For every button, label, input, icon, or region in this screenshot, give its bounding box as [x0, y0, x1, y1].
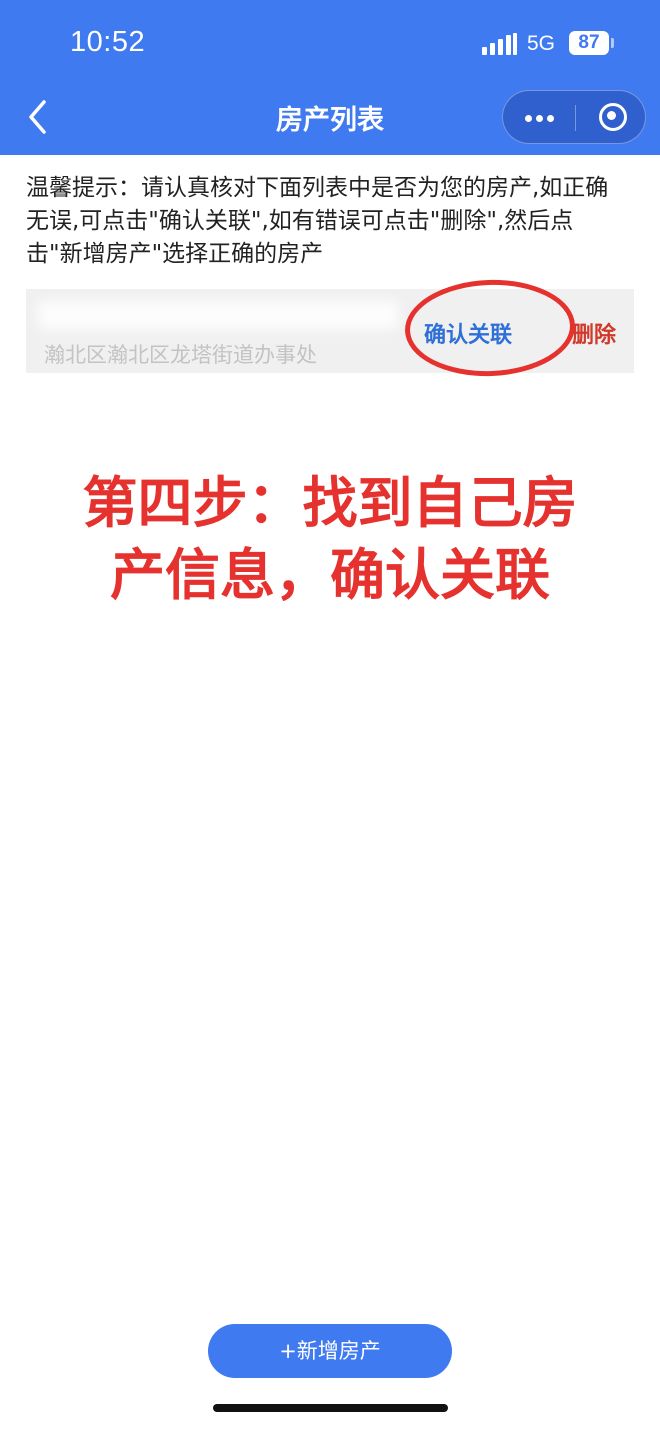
battery-tip	[611, 38, 614, 48]
more-dots-icon	[525, 115, 532, 122]
tip-text: 温馨提示：请认真核对下面列表中是否为您的房产,如正确无误,可点击"确认关联",如…	[26, 175, 609, 267]
network-type: 5G	[527, 32, 556, 55]
more-dots-icon	[547, 115, 554, 122]
mini-program-capsule	[502, 90, 646, 144]
top-bar: 10:52 5G 87 房产列表	[0, 0, 660, 155]
close-button[interactable]	[576, 91, 646, 143]
more-button[interactable]	[503, 91, 575, 143]
target-dot	[607, 111, 616, 120]
more-dots-icon	[536, 115, 543, 122]
annotation-line-2: 产信息，确认关联	[109, 543, 550, 607]
status-time: 10:52	[70, 26, 146, 58]
annotation-line-1: 第四步：找到自己房	[82, 471, 578, 535]
blurred-property-name	[38, 301, 398, 329]
property-address: 瀚北区瀚北区龙塔街道办事处	[44, 343, 317, 367]
add-property-button[interactable]: +新增房产	[208, 1324, 452, 1378]
home-indicator	[213, 1404, 448, 1412]
signal-icon	[482, 33, 518, 55]
battery-icon: 87	[569, 31, 609, 55]
delete-button[interactable]: 删除	[572, 317, 616, 349]
